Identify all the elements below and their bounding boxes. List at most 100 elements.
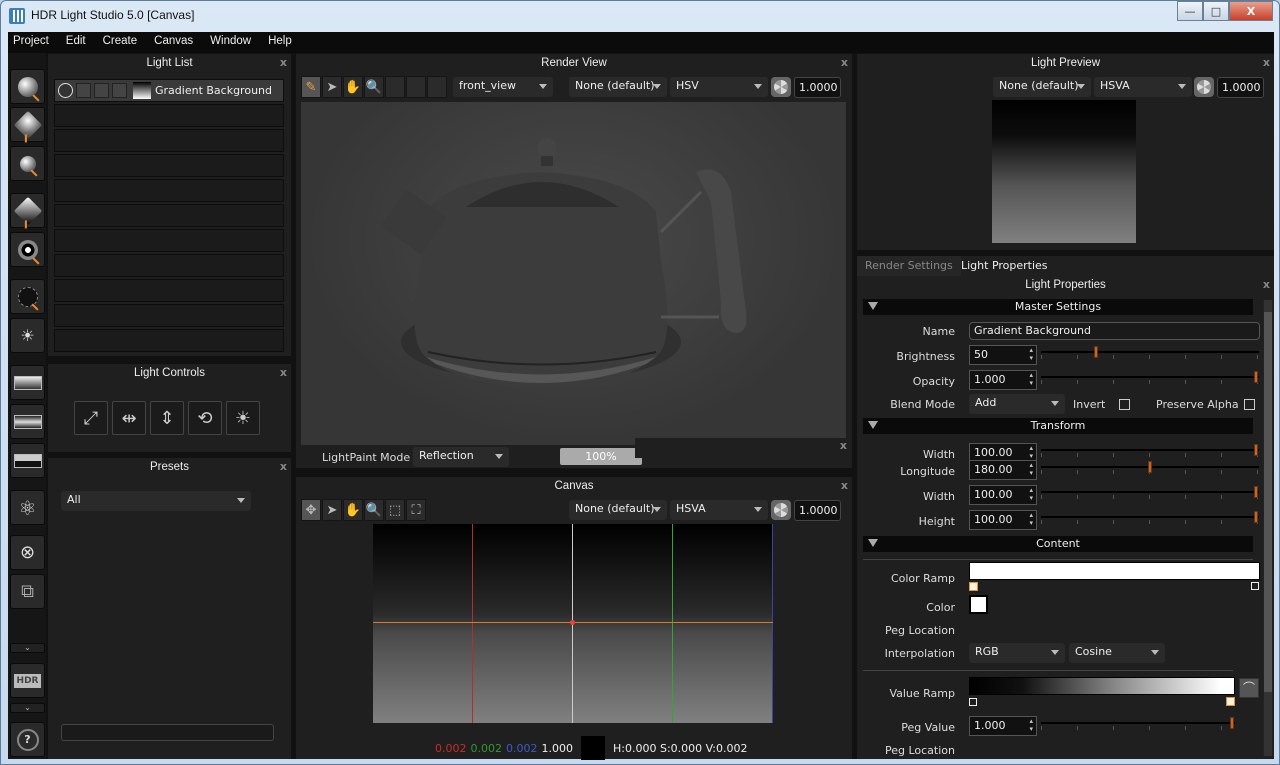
- lut-dropdown[interactable]: None (default): [993, 77, 1091, 97]
- exposure-aperture-icon[interactable]: [1194, 77, 1214, 97]
- exposure-input[interactable]: 1.0000: [1217, 77, 1264, 98]
- add-spot-light-button[interactable]: [10, 146, 45, 181]
- properties-scrollbar[interactable]: [1263, 299, 1273, 757]
- invert-checkbox[interactable]: [1119, 399, 1130, 410]
- brightness-button[interactable]: ☀: [226, 401, 260, 435]
- exposure-input[interactable]: 1.0000: [794, 500, 841, 521]
- hdri-background-button[interactable]: [10, 404, 45, 439]
- lock-icon[interactable]: [112, 83, 127, 98]
- peg-value-spinbox[interactable]: 1.000: [969, 716, 1037, 736]
- slider-handle[interactable]: [1254, 511, 1258, 523]
- sky-background-button[interactable]: [10, 443, 45, 478]
- color-peg-selected[interactable]: [969, 582, 978, 591]
- light-list-item[interactable]: Gradient Background: [54, 79, 284, 102]
- width2-spinbox[interactable]: 100.00: [969, 485, 1037, 505]
- gradient-background-button[interactable]: [10, 365, 45, 400]
- pan-tool[interactable]: ✋: [343, 499, 363, 521]
- menu-create[interactable]: Create: [98, 32, 146, 53]
- add-diamond-light-button[interactable]: [10, 193, 45, 228]
- canvas-viewport[interactable]: [373, 524, 773, 723]
- opacity-slider[interactable]: [1041, 371, 1259, 385]
- longitude-spinbox[interactable]: 180.00: [969, 460, 1037, 480]
- stretch-horizontal-button[interactable]: ⇹: [112, 401, 146, 435]
- toggle-visible-icon[interactable]: [58, 83, 73, 98]
- pan-tool[interactable]: ✋: [343, 76, 363, 98]
- presets-search-input[interactable]: [61, 724, 274, 741]
- tab-render-settings[interactable]: Render Settings: [857, 256, 961, 276]
- interpolation-curve-dropdown[interactable]: Cosine: [1069, 643, 1165, 663]
- select-tool[interactable]: ➤: [322, 499, 342, 521]
- maximize-button[interactable]: □: [1203, 1, 1229, 21]
- preserve-alpha-checkbox[interactable]: [1244, 399, 1255, 410]
- expand-toolbar-grip-2[interactable]: ⌄: [10, 703, 45, 713]
- tab-light-properties[interactable]: Light Properties: [953, 256, 1056, 276]
- colorspace-dropdown[interactable]: HSVA: [670, 500, 768, 520]
- fit-view-tool[interactable]: ⛶: [406, 499, 426, 521]
- add-circle-light-button[interactable]: [10, 69, 45, 104]
- transform-header[interactable]: Transform: [863, 418, 1253, 434]
- color-peg[interactable]: [1251, 582, 1259, 590]
- slider-handle[interactable]: [1254, 444, 1258, 456]
- add-ellipse-light-button[interactable]: [10, 279, 45, 314]
- exposure-aperture-icon[interactable]: [771, 500, 791, 520]
- solo-icon[interactable]: [76, 83, 91, 98]
- add-sun-light-button[interactable]: ☀: [10, 318, 45, 353]
- name-input[interactable]: Gradient Background: [969, 322, 1260, 340]
- close-icon[interactable]: x: [841, 479, 848, 492]
- delete-light-button[interactable]: ⊗: [10, 535, 45, 570]
- slider-handle[interactable]: [1230, 717, 1234, 729]
- slider-handle[interactable]: [1254, 371, 1258, 383]
- scale-button[interactable]: ⤢: [74, 401, 108, 435]
- colorspace-dropdown[interactable]: HSVA: [1094, 77, 1192, 97]
- minimize-button[interactable]: —: [1177, 1, 1203, 21]
- slider-handle[interactable]: [1254, 486, 1258, 498]
- curve-editor-button[interactable]: ⌒: [1239, 678, 1259, 698]
- height-spinbox[interactable]: 100.00: [969, 510, 1037, 530]
- slider-handle[interactable]: [1147, 461, 1152, 473]
- color-ramp[interactable]: [969, 562, 1260, 580]
- close-button[interactable]: X: [1229, 1, 1273, 21]
- value-ramp[interactable]: [969, 677, 1235, 695]
- master-settings-header[interactable]: Master Settings: [863, 299, 1253, 315]
- select-icon[interactable]: [94, 83, 109, 98]
- color-swatch-button[interactable]: [969, 595, 988, 614]
- lut-dropdown[interactable]: None (default): [569, 77, 667, 97]
- menu-edit[interactable]: Edit: [61, 32, 94, 53]
- value-peg[interactable]: [969, 698, 977, 706]
- duplicate-light-button[interactable]: ⧉: [10, 574, 45, 609]
- presets-filter-dropdown[interactable]: All: [61, 491, 251, 511]
- light-handle[interactable]: [570, 620, 575, 625]
- value-peg-selected[interactable]: [1226, 697, 1235, 706]
- lightpaint-mode-dropdown[interactable]: Reflection: [413, 447, 509, 467]
- menu-canvas[interactable]: Canvas: [149, 32, 201, 53]
- width-slider[interactable]: [1041, 444, 1259, 458]
- content-header[interactable]: Content: [863, 536, 1253, 552]
- camera-dropdown[interactable]: front_view: [453, 77, 553, 97]
- height-slider[interactable]: [1041, 511, 1259, 525]
- menu-window[interactable]: Window: [205, 32, 259, 53]
- select-tool[interactable]: ➤: [322, 76, 342, 98]
- close-icon[interactable]: x: [841, 56, 848, 69]
- close-icon[interactable]: x: [280, 56, 287, 69]
- close-icon[interactable]: x: [1263, 56, 1270, 69]
- effects-button[interactable]: ⚛: [10, 490, 45, 525]
- expand-toolbar-grip[interactable]: ⌄: [10, 643, 45, 653]
- close-icon[interactable]: x: [1263, 278, 1270, 291]
- peg-value-slider[interactable]: [1041, 717, 1235, 731]
- brightness-spinbox[interactable]: 50: [969, 345, 1037, 365]
- close-icon[interactable]: x: [280, 366, 287, 379]
- lightpaint-brush-tool[interactable]: ✎: [301, 76, 321, 98]
- opacity-spinbox[interactable]: 1.000: [969, 370, 1037, 390]
- interpolation-space-dropdown[interactable]: RGB: [969, 643, 1065, 663]
- close-icon[interactable]: x: [840, 439, 847, 452]
- render-viewport[interactable]: [301, 102, 846, 445]
- help-button[interactable]: ?: [10, 722, 45, 757]
- longitude-slider[interactable]: [1041, 461, 1259, 475]
- menu-help[interactable]: Help: [263, 32, 300, 53]
- width2-slider[interactable]: [1041, 486, 1259, 500]
- brightness-slider[interactable]: [1041, 346, 1259, 360]
- add-rect-light-button[interactable]: [10, 107, 45, 142]
- add-pattern-light-button[interactable]: [10, 232, 45, 267]
- colorspace-dropdown[interactable]: HSV: [670, 77, 768, 97]
- zoom-tool[interactable]: 🔍: [364, 76, 384, 98]
